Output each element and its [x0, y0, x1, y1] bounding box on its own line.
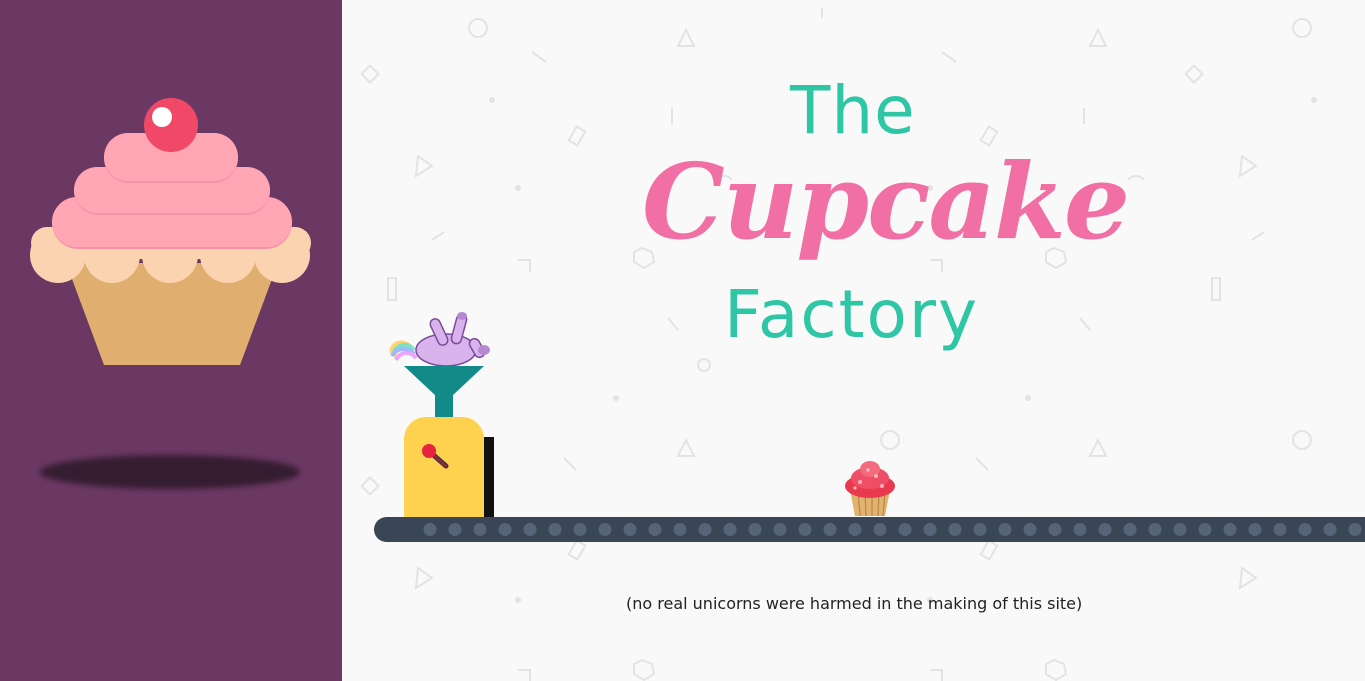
- sidebar: [0, 0, 342, 681]
- conveyor-roller: [898, 523, 912, 536]
- machine-side-panel: [484, 437, 494, 517]
- title-line-factory: Factory: [724, 276, 980, 353]
- conveyor-roller: [773, 523, 787, 536]
- conveyor-roller: [1323, 523, 1337, 536]
- conveyor-roller: [1073, 523, 1087, 536]
- conveyor-roller: [498, 523, 512, 536]
- conveyor-roller: [598, 523, 612, 536]
- funnel-icon: [404, 366, 484, 418]
- conveyor-roller: [1198, 523, 1212, 536]
- cupcake-shadow: [40, 455, 300, 489]
- title-line-the: The: [790, 72, 916, 149]
- conveyor-roller: [848, 523, 862, 536]
- conveyor-roller: [623, 523, 637, 536]
- conveyor-roller: [1348, 523, 1362, 536]
- conveyor-roller: [423, 523, 437, 536]
- conveyor-roller: [1223, 523, 1237, 536]
- belt-cupcake-icon: [845, 461, 895, 517]
- conveyor-roller: [1023, 523, 1037, 536]
- conveyor-roller: [1123, 523, 1137, 536]
- conveyor-roller: [1048, 523, 1062, 536]
- conveyor-roller: [823, 523, 837, 536]
- conveyor-roller: [748, 523, 762, 536]
- conveyor-roller: [548, 523, 562, 536]
- big-cupcake-icon: [30, 98, 311, 365]
- conveyor-roller: [1148, 523, 1162, 536]
- conveyor-roller: [948, 523, 962, 536]
- conveyor-roller: [1098, 523, 1112, 536]
- conveyor-roller: [1173, 523, 1187, 536]
- conveyor-roller: [998, 523, 1012, 536]
- conveyor-roller: [873, 523, 887, 536]
- conveyor-rollers: [423, 523, 1362, 536]
- disclaimer-text: (no real unicorns were harmed in the mak…: [626, 594, 1083, 613]
- conveyor-roller: [798, 523, 812, 536]
- conveyor-roller: [1248, 523, 1262, 536]
- conveyor-roller: [923, 523, 937, 536]
- conveyor-roller: [973, 523, 987, 536]
- conveyor-roller: [448, 523, 462, 536]
- conveyor-roller: [1298, 523, 1312, 536]
- conveyor-roller: [648, 523, 662, 536]
- conveyor-roller: [723, 523, 737, 536]
- conveyor-roller: [573, 523, 587, 536]
- conveyor-roller: [523, 523, 537, 536]
- conveyor-roller: [473, 523, 487, 536]
- title-line-cupcake: Cupcake: [642, 140, 1130, 263]
- conveyor-roller: [698, 523, 712, 536]
- lever-icon[interactable]: [420, 444, 450, 470]
- conveyor-roller: [673, 523, 687, 536]
- conveyor-roller: [1273, 523, 1287, 536]
